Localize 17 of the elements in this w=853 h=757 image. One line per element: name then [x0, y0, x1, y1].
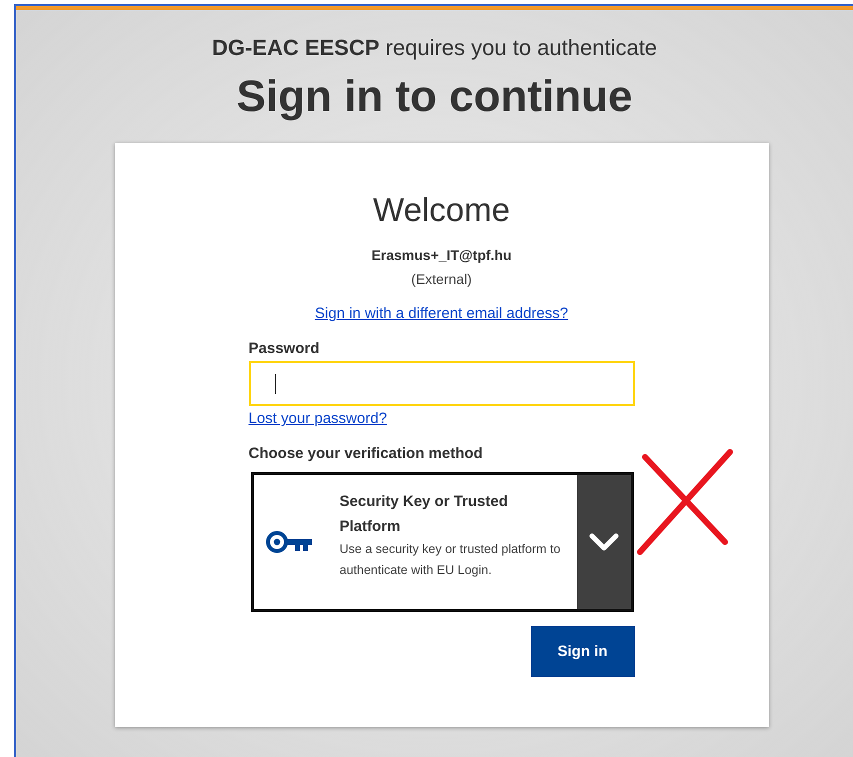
- user-email: Erasmus+_IT@tpf.hu: [371, 247, 512, 264]
- authentication-prompt: DG-EAC EESCP requires you to authenticate: [212, 35, 658, 61]
- welcome-heading: Welcome: [373, 191, 510, 230]
- key-icon: [266, 529, 314, 556]
- chevron-icon: [588, 532, 620, 552]
- account-type: (External): [411, 271, 472, 288]
- expand-toggle[interactable]: [576, 475, 630, 610]
- password-label: Password: [248, 340, 320, 358]
- method-description: Use a security key or trusted platform to authenticate with EU Login.: [340, 541, 562, 580]
- lost-password-link[interactable]: Lost your password?: [248, 410, 387, 428]
- verification-method-selector[interactable]: Security Key or Trusted Platform Use a security key or trusted platform to authenticate with EU Login.: [250, 472, 634, 612]
- sign-in-button[interactable]: Sign in: [530, 626, 634, 678]
- page-title: Sign in to continue: [236, 73, 632, 122]
- password-field[interactable]: [248, 361, 634, 406]
- method-title: Security Key or Trusted Platform: [340, 492, 509, 538]
- verification-method-label: Choose your verification method: [248, 445, 484, 462]
- different-email-link[interactable]: Sign in with a different email address?: [314, 305, 568, 322]
